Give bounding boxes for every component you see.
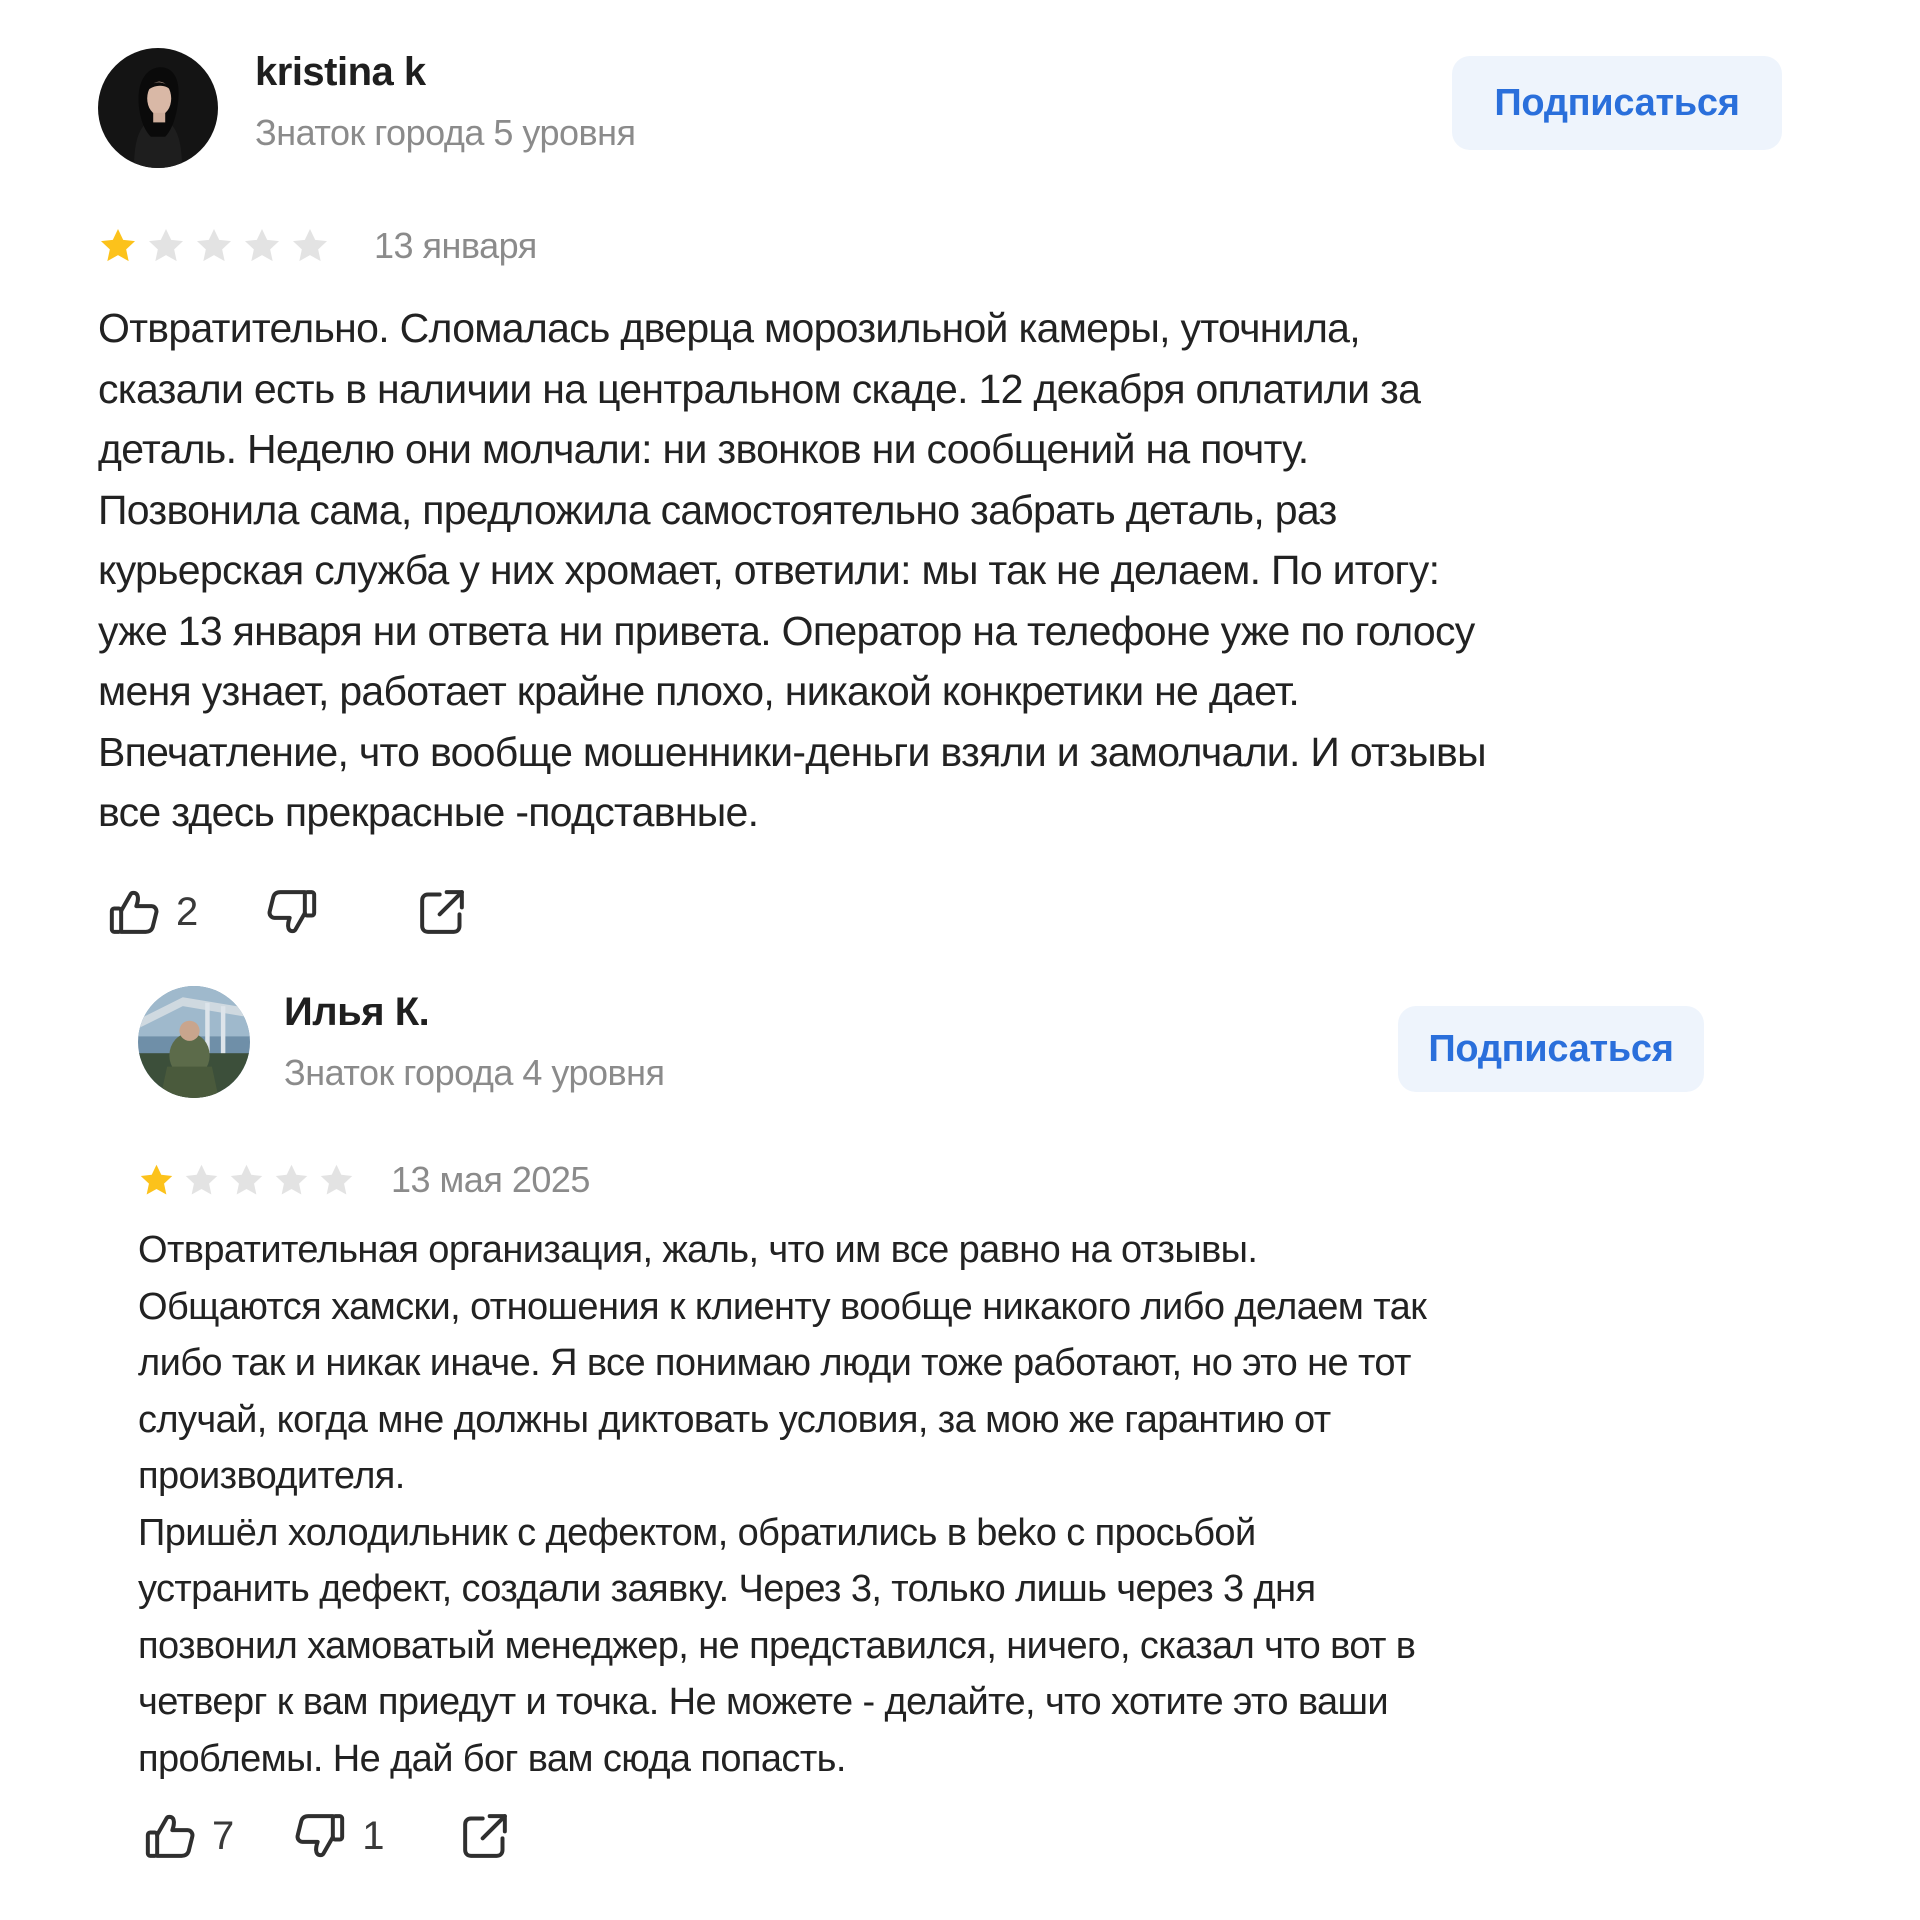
like-count: 2	[176, 889, 199, 934]
share-icon	[457, 1808, 513, 1864]
review-text-line: деталь. Неделю они молчали: ни звонков н…	[98, 426, 1309, 472]
review-header: kristina k Знаток города 5 уровня Подпис…	[98, 44, 1798, 168]
author-avatar[interactable]	[138, 986, 250, 1098]
thumbs-down-icon	[292, 1808, 348, 1864]
star-filled-icon	[101, 229, 135, 262]
thumbs-down-icon	[264, 884, 320, 940]
rating-row: 13 января	[98, 216, 1798, 276]
star-empty-icon	[230, 1164, 263, 1195]
like-button[interactable]: 2	[106, 884, 198, 940]
star-empty-icon	[320, 1164, 353, 1195]
review-header: Илья К. Знаток города 4 уровня Подписать…	[138, 986, 1704, 1108]
review-text: Отвратительная организация, жаль, что им…	[138, 1222, 1698, 1787]
author-avatar[interactable]	[98, 48, 218, 168]
star-rating	[98, 226, 330, 266]
avatar-photo-woman	[98, 48, 218, 168]
review-text-line: меня узнает, работает крайне плохо, ника…	[98, 668, 1300, 714]
review-text: Отвратительно. Сломалась дверца морозиль…	[98, 298, 1798, 843]
review-text-line: Пришёл холодильник с дефектом, обратилис…	[138, 1511, 1256, 1554]
dislike-count: 1	[362, 1813, 385, 1858]
review-text-line: случай, когда мне должны диктовать услов…	[138, 1398, 1331, 1441]
star-filled-icon	[140, 1164, 173, 1195]
review-card: Илья К. Знаток города 4 уровня Подписать…	[138, 986, 1704, 1858]
review-text-line: Впечатление, что вообще мошенники-деньги…	[98, 728, 1487, 775]
review-text-line: либо так и никак иначе. Я все понимаю лю…	[138, 1342, 1411, 1384]
review-date: 13 мая 2025	[391, 1159, 590, 1200]
share-icon	[414, 884, 470, 940]
author-name[interactable]: kristina k	[255, 50, 426, 95]
review-text-line: позвонил хамоватый менеджер, не представ…	[138, 1624, 1416, 1667]
dislike-button[interactable]: 1	[292, 1808, 385, 1864]
review-date: 13 января	[374, 225, 537, 266]
review-text-line: курьерская служба у них хромает, ответил…	[98, 547, 1440, 593]
thumbs-up-icon	[142, 1808, 198, 1864]
star-empty-icon	[275, 1164, 308, 1195]
subscribe-button[interactable]: Подписаться	[1398, 1006, 1704, 1092]
review-text-line: сказали есть в наличии на центральном ск…	[98, 365, 1421, 412]
subscribe-button[interactable]: Подписаться	[1452, 56, 1782, 150]
like-count: 7	[212, 1813, 235, 1858]
share-button[interactable]	[414, 884, 470, 940]
review-text-line: Общаются хамски, отношения к клиенту воо…	[138, 1285, 1427, 1328]
star-empty-icon	[293, 229, 327, 262]
review-text-line: производителя.	[138, 1455, 405, 1497]
star-rating	[138, 1162, 355, 1199]
review-actions: 2	[106, 884, 470, 940]
star-empty-icon	[149, 229, 183, 262]
review-text-line: уже 13 января ни ответа ни привета. Опер…	[98, 607, 1475, 654]
review-text-line: устранить дефект, создали заявку. Через …	[138, 1568, 1316, 1610]
thumbs-up-icon	[106, 884, 162, 940]
like-button[interactable]: 7	[142, 1808, 234, 1864]
share-button[interactable]	[457, 1808, 513, 1864]
author-level: Знаток города 4 уровня	[284, 1052, 665, 1093]
star-empty-icon	[197, 229, 231, 262]
review-text-line: Отвратительно. Сломалась дверца морозиль…	[98, 305, 1361, 351]
avatar-photo-man	[138, 986, 250, 1098]
rating-row: 13 мая 2025	[138, 1150, 1698, 1210]
review-text-line: все здесь прекрасные -подставные.	[98, 789, 759, 835]
star-empty-icon	[245, 229, 279, 262]
star-empty-icon	[185, 1164, 218, 1195]
review-actions: 7 1	[142, 1808, 513, 1864]
author-name[interactable]: Илья К.	[284, 990, 430, 1035]
dislike-button[interactable]	[264, 884, 334, 940]
review-card: kristina k Знаток города 5 уровня Подпис…	[98, 44, 1798, 934]
review-text-line: четверг к вам приедут и точка. Не можете…	[138, 1681, 1389, 1723]
review-text-line: Отвратительная организация, жаль, что им…	[138, 1229, 1258, 1271]
review-text-line: Позвонила сама, предложила самостоятельн…	[98, 486, 1337, 533]
author-level: Знаток города 5 уровня	[255, 112, 636, 153]
review-text-line: проблемы. Не дай бог вам сюда попасть.	[138, 1737, 846, 1780]
